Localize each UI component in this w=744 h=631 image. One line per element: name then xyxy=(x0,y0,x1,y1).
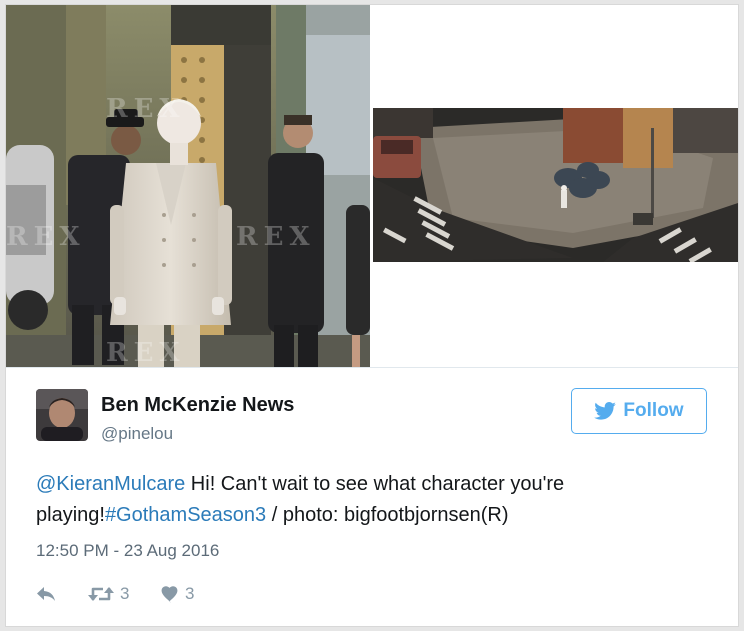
twitter-bird-icon xyxy=(594,402,617,420)
author-handle[interactable]: @pinelou xyxy=(101,424,173,444)
tweet-media: REX REX REX REX xyxy=(6,5,738,368)
retweet-count: 3 xyxy=(120,584,130,603)
photo-aerial-street[interactable] xyxy=(373,108,738,262)
retweet-button[interactable]: 3 xyxy=(88,584,160,604)
retweet-icon xyxy=(88,585,114,603)
watermark-text: REX xyxy=(106,94,186,124)
hashtag-link[interactable]: #GothamSeason3 xyxy=(105,504,266,526)
reply-icon xyxy=(36,586,56,602)
mention-link[interactable]: @KieranMulcare xyxy=(36,473,185,495)
tweet-actions: 3 3 xyxy=(36,581,194,607)
watermark-text: REX xyxy=(236,222,316,252)
follow-button[interactable]: Follow xyxy=(571,388,707,434)
author-display-name[interactable]: Ben McKenzie News xyxy=(101,394,294,417)
tweet-card: REX REX REX REX Ben McKenzie News @pinel… xyxy=(5,4,739,627)
watermark-text: REX xyxy=(106,338,186,367)
heart-icon xyxy=(160,585,179,603)
reply-button[interactable] xyxy=(36,586,88,602)
watermark-text: REX xyxy=(6,222,86,252)
tweet-text-part2: / photo: bigfootbjornsen(R) xyxy=(266,504,509,526)
avatar[interactable] xyxy=(36,389,88,441)
timestamp[interactable]: 12:50 PM - 23 Aug 2016 xyxy=(36,541,219,561)
follow-button-label: Follow xyxy=(623,400,684,421)
like-button[interactable]: 3 xyxy=(160,584,194,604)
photo-street-scene[interactable]: REX REX REX REX xyxy=(6,5,370,367)
media-divider xyxy=(6,367,738,368)
tweet-text: @KieranMulcare Hi! Can't wait to see wha… xyxy=(36,469,706,531)
like-count: 3 xyxy=(185,584,195,603)
